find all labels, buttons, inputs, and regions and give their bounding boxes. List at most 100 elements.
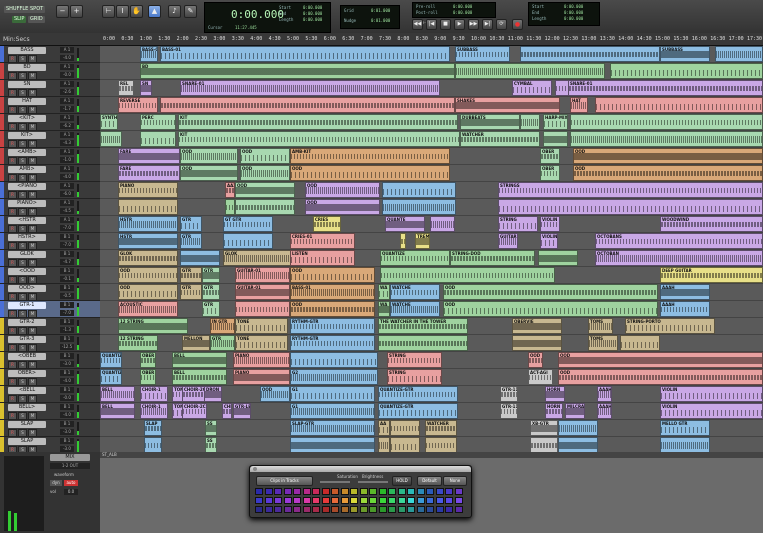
mute-button[interactable]: M — [28, 412, 37, 420]
record-arm-button[interactable]: R — [8, 412, 17, 420]
audio-clip[interactable] — [715, 46, 763, 62]
record-arm-button[interactable]: R — [8, 72, 17, 80]
audio-clip[interactable]: OOD — [443, 301, 658, 317]
color-swatch[interactable] — [321, 506, 330, 513]
audio-clip[interactable]: VIOLIN — [660, 403, 763, 419]
track-volume[interactable]: -0.1 — [60, 276, 74, 282]
mute-button[interactable]: M — [28, 259, 37, 267]
record-arm-button[interactable]: R — [8, 259, 17, 267]
color-swatch[interactable] — [264, 506, 273, 513]
back-icon[interactable]: |◀ — [426, 19, 437, 30]
record-arm-button[interactable]: R — [8, 242, 17, 250]
audio-clip[interactable]: MILCRAT — [565, 403, 585, 419]
selector-tool-icon[interactable]: I — [116, 5, 129, 18]
audio-clip[interactable]: OOD — [240, 165, 290, 181]
track-header[interactable]: BELL> R S M B 1 -4.0 — [0, 403, 100, 420]
solo-button[interactable]: S — [18, 259, 27, 267]
color-swatch[interactable] — [312, 497, 320, 504]
audio-clip[interactable]: PIANO — [118, 182, 178, 198]
color-swatch[interactable] — [255, 488, 263, 495]
record-arm-button[interactable]: R — [8, 327, 17, 335]
solo-button[interactable]: S — [18, 157, 27, 165]
main-counter-display[interactable]: 0:00.000 Start End Length 0:00.000 0:00.… — [204, 2, 331, 33]
audio-clip[interactable]: PIANO — [233, 352, 290, 368]
color-swatch[interactable] — [274, 488, 282, 495]
track-io-selector[interactable]: A 1 — [60, 149, 74, 155]
track-header[interactable]: SLAP R S M B 1 -3.0 — [0, 420, 100, 437]
track-name[interactable]: GTR-2 — [8, 319, 46, 326]
audio-clip[interactable]: GTR-LE — [233, 403, 251, 419]
color-swatch[interactable] — [350, 497, 358, 504]
color-swatch[interactable] — [435, 488, 444, 495]
track-io-selector[interactable]: B 1 — [60, 268, 74, 274]
mute-button[interactable]: M — [28, 89, 37, 97]
audio-clip[interactable] — [512, 335, 562, 351]
color-swatch[interactable] — [302, 497, 311, 504]
color-swatch[interactable] — [416, 497, 425, 504]
color-swatch[interactable] — [454, 488, 463, 495]
mute-button[interactable]: M — [28, 293, 37, 301]
audio-clip[interactable]: WATCHER — [425, 420, 457, 436]
end-icon[interactable]: ▶| — [482, 19, 493, 30]
track-io-selector[interactable]: A 1 — [60, 166, 74, 172]
track-lane[interactable]: OOD — [100, 199, 763, 216]
track-lane[interactable]: OOD GTR GTR GUITAR-01 BASS-01 WA WATCHE OOD AAAH — [100, 284, 763, 301]
track-lane[interactable]: SLAP SS SLAP-GTR AA WATCHER XB-GTR MELLO GTR — [100, 420, 763, 437]
audio-clip[interactable]: CHOIR-2C — [182, 403, 207, 419]
mute-button[interactable]: M — [28, 106, 37, 114]
track-io-selector[interactable]: B 1 — [60, 387, 74, 393]
zoom-out-icon[interactable]: − — [56, 5, 69, 18]
audio-clip[interactable] — [225, 199, 235, 215]
record-arm-button[interactable]: R — [8, 344, 17, 352]
audio-clip[interactable]: THE WATCHER IN THE TOWER — [378, 318, 468, 334]
nudge-value[interactable]: 0:01.000 — [371, 18, 390, 23]
audio-clip[interactable]: QUANTIZ — [100, 352, 122, 368]
audio-clip[interactable]: OBER — [540, 165, 560, 181]
track-name[interactable]: BD — [8, 64, 46, 71]
track-volume[interactable]: -1.3 — [60, 327, 74, 333]
track-header[interactable]: HAT R S M A 1 -1.7 — [0, 97, 100, 114]
audio-clip[interactable]: DUBBEATS — [460, 114, 520, 130]
record-icon[interactable]: ● — [512, 19, 523, 30]
audio-clip[interactable]: GTR-11 — [500, 386, 518, 402]
audio-clip[interactable]: OOD — [573, 148, 763, 164]
audio-clip[interactable]: OOD — [558, 369, 763, 385]
audio-clip[interactable]: BELL — [100, 386, 135, 402]
audio-clip[interactable] — [378, 437, 390, 452]
color-swatch[interactable] — [359, 506, 368, 513]
audio-clip[interactable] — [538, 250, 578, 266]
audio-clip[interactable]: GUITAR — [498, 233, 518, 249]
track-io-selector[interactable]: A 1 — [60, 64, 74, 70]
audio-clip[interactable]: CRIES-01 — [290, 233, 355, 249]
audio-clip[interactable] — [558, 420, 598, 436]
record-arm-button[interactable]: R — [8, 361, 17, 369]
track-io-selector[interactable]: B 1 — [60, 234, 74, 240]
audio-clip[interactable]: OOD — [573, 165, 763, 181]
track-name[interactable]: OBER> — [8, 370, 46, 377]
pencil-tool-icon[interactable]: ✎ — [184, 5, 197, 18]
start-value[interactable]: 0:00.000 — [303, 5, 322, 10]
audio-clip[interactable]: KIT — [178, 131, 460, 147]
track-name[interactable]: HSTR> — [8, 234, 46, 241]
audio-clip[interactable] — [620, 335, 660, 351]
record-arm-button[interactable]: R — [8, 378, 17, 386]
audio-clip[interactable]: SS — [205, 437, 217, 452]
audio-clip[interactable] — [144, 437, 162, 452]
record-arm-button[interactable]: R — [8, 225, 17, 233]
audio-clip[interactable]: HAT — [570, 97, 588, 113]
mode-slip-button[interactable]: SLIP — [12, 16, 27, 23]
solo-button[interactable]: S — [18, 378, 27, 386]
record-arm-button[interactable]: R — [8, 395, 17, 403]
audio-clip[interactable]: GUITAR-01 — [235, 267, 290, 283]
audio-clip[interactable]: BELL — [172, 369, 227, 385]
solo-button[interactable]: S — [18, 55, 27, 63]
master-dyn-button[interactable]: dyn — [50, 480, 62, 486]
audio-clip[interactable]: BASS-01 — [160, 46, 450, 62]
track-lane[interactable]: SYNTH PERC KIT DUBBEATS HARP-MIX — [100, 114, 763, 131]
audio-clip[interactable]: OOD — [235, 182, 295, 198]
track-volume[interactable]: -7.0 — [60, 225, 74, 231]
audio-clip[interactable]: SLAP-GTR — [290, 420, 375, 436]
track-lane[interactable]: KIT WATCHER — [100, 131, 763, 148]
track-name[interactable]: <AMB> — [8, 149, 46, 156]
right-start-value[interactable]: 0:00.000 — [564, 4, 583, 9]
